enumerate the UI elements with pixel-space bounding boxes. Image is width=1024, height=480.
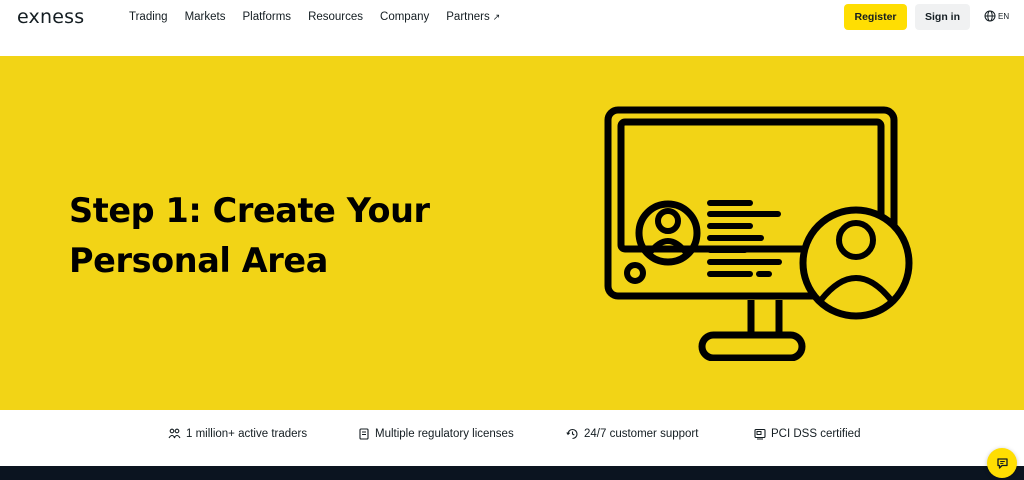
nav-platforms[interactable]: Platforms xyxy=(242,10,291,24)
stat-label: Multiple regulatory licenses xyxy=(375,428,514,440)
exness-logo[interactable]: exness xyxy=(17,6,84,28)
chat-bubble-icon xyxy=(996,457,1008,469)
hero-title: Step 1: Create Your Personal Area xyxy=(69,191,430,280)
chat-button[interactable] xyxy=(987,448,1017,478)
external-arrow-icon: ↗ xyxy=(492,12,501,22)
users-icon xyxy=(168,428,181,439)
dark-footer-strip xyxy=(0,466,1024,480)
stat-regulatory-licenses: Multiple regulatory licenses xyxy=(358,428,514,440)
stat-active-traders: 1 million+ active traders xyxy=(168,428,307,440)
nav-partners[interactable]: Partners ↗ xyxy=(446,10,500,24)
nav-markets[interactable]: Markets xyxy=(185,10,226,24)
certified-card-icon xyxy=(754,428,766,440)
computer-user-profile-icon xyxy=(604,106,913,361)
nav-trading[interactable]: Trading xyxy=(129,10,168,24)
support-clock-icon xyxy=(566,428,578,440)
main-nav: Trading Markets Platforms Resources Comp… xyxy=(129,10,517,24)
language-label: EN xyxy=(998,11,1010,21)
nav-resources[interactable]: Resources xyxy=(308,10,363,24)
language-selector[interactable]: EN xyxy=(984,10,1009,22)
top-navbar: exness Trading Markets Platforms Resourc… xyxy=(0,0,1024,56)
license-document-icon xyxy=(359,428,369,440)
stat-label: 24/7 customer support xyxy=(584,428,699,440)
stat-customer-support: 24/7 customer support xyxy=(566,428,698,440)
sign-in-button[interactable]: Sign in xyxy=(915,4,970,30)
stat-label: PCI DSS certified xyxy=(771,428,861,440)
nav-company[interactable]: Company xyxy=(380,10,429,24)
trust-stats-bar: 1 million+ active traders Multiple regul… xyxy=(0,410,1024,466)
hero-banner: Step 1: Create Your Personal Area xyxy=(0,56,1024,410)
stat-label: 1 million+ active traders xyxy=(186,428,308,440)
stat-pci-dss: PCI DSS certified xyxy=(754,428,860,440)
nav-partners-label: Partners xyxy=(446,11,490,23)
globe-icon xyxy=(984,10,996,22)
register-button[interactable]: Register xyxy=(844,4,907,30)
